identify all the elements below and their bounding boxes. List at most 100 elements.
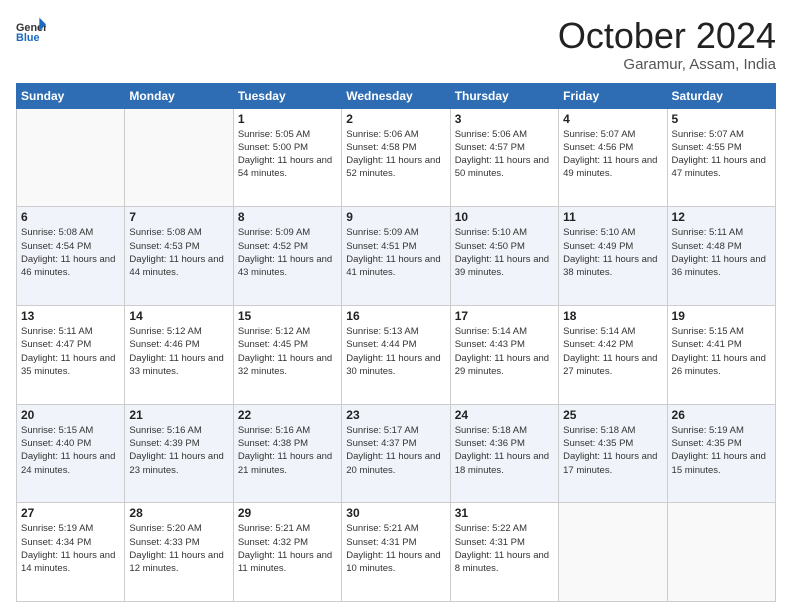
day-number: 1 — [238, 112, 337, 126]
calendar-header-row: SundayMondayTuesdayWednesdayThursdayFrid… — [17, 83, 776, 108]
calendar-cell: 18 Sunrise: 5:14 AMSunset: 4:42 PMDayligh… — [559, 305, 667, 404]
month-title: October 2024 — [558, 16, 776, 56]
day-number: 20 — [21, 408, 120, 422]
calendar-table: SundayMondayTuesdayWednesdayThursdayFrid… — [16, 83, 776, 602]
day-number: 16 — [346, 309, 445, 323]
day-number: 15 — [238, 309, 337, 323]
calendar-cell: 20 Sunrise: 5:15 AMSunset: 4:40 PMDayligh… — [17, 404, 125, 503]
location: Garamur, Assam, India — [558, 56, 776, 73]
calendar-cell: 21Sunrise: 5:16 AMSunset: 4:39 PMDayligh… — [125, 404, 233, 503]
day-number: 17 — [455, 309, 554, 323]
cell-info: Sunrise: 5:10 AMSunset: 4:49 PMDaylight:… — [563, 226, 662, 279]
cell-info: Sunrise: 5:06 AMSunset: 4:58 PMDaylight:… — [346, 128, 445, 181]
day-number: 31 — [455, 506, 554, 520]
day-number: 26 — [672, 408, 771, 422]
day-number: 7 — [129, 210, 228, 224]
calendar-cell — [667, 503, 775, 602]
weekday-header-friday: Friday — [559, 83, 667, 108]
day-number: 30 — [346, 506, 445, 520]
cell-info: Sunrise: 5:17 AMSunset: 4:37 PMDaylight:… — [346, 424, 445, 477]
day-number: 25 — [563, 408, 662, 422]
cell-info: Sunrise: 5:06 AMSunset: 4:57 PMDaylight:… — [455, 128, 554, 181]
day-number: 3 — [455, 112, 554, 126]
cell-info: Sunrise: 5:12 AMSunset: 4:45 PMDaylight:… — [238, 325, 337, 378]
calendar-week-row: 1 Sunrise: 5:05 AMSunset: 5:00 PMDaylight… — [17, 108, 776, 207]
cell-info: Sunrise: 5:09 AMSunset: 4:51 PMDaylight:… — [346, 226, 445, 279]
day-number: 10 — [455, 210, 554, 224]
calendar-cell: 14 Sunrise: 5:12 AMSunset: 4:46 PMDayligh… — [125, 305, 233, 404]
calendar-cell — [559, 503, 667, 602]
weekday-header-saturday: Saturday — [667, 83, 775, 108]
logo: General Blue — [16, 16, 46, 46]
cell-info: Sunrise: 5:15 AMSunset: 4:40 PMDaylight:… — [21, 424, 120, 477]
weekday-header-thursday: Thursday — [450, 83, 558, 108]
cell-info: Sunrise: 5:05 AMSunset: 5:00 PMDaylight:… — [238, 128, 337, 181]
day-number: 4 — [563, 112, 662, 126]
calendar-cell: 31 Sunrise: 5:22 AMSunset: 4:31 PMDayligh… — [450, 503, 558, 602]
day-number: 8 — [238, 210, 337, 224]
cell-info: Sunrise: 5:19 AMSunset: 4:35 PMDaylight:… — [672, 424, 771, 477]
day-number: 23 — [346, 408, 445, 422]
day-number: 11 — [563, 210, 662, 224]
day-number: 21 — [129, 408, 228, 422]
cell-info: Sunrise: 5:18 AMSunset: 4:36 PMDaylight:… — [455, 424, 554, 477]
calendar-cell: 1 Sunrise: 5:05 AMSunset: 5:00 PMDaylight… — [233, 108, 341, 207]
calendar-cell: 8Sunrise: 5:09 AMSunset: 4:52 PMDaylight… — [233, 207, 341, 306]
cell-info: Sunrise: 5:08 AMSunset: 4:54 PMDaylight:… — [21, 226, 120, 279]
title-block: October 2024 Garamur, Assam, India — [558, 16, 776, 73]
cell-info: Sunrise: 5:11 AMSunset: 4:48 PMDaylight:… — [672, 226, 771, 279]
day-number: 29 — [238, 506, 337, 520]
day-number: 28 — [129, 506, 228, 520]
cell-info: Sunrise: 5:21 AMSunset: 4:32 PMDaylight:… — [238, 522, 337, 575]
svg-text:Blue: Blue — [16, 32, 39, 44]
calendar-cell: 17 Sunrise: 5:14 AMSunset: 4:43 PMDayligh… — [450, 305, 558, 404]
cell-info: Sunrise: 5:10 AMSunset: 4:50 PMDaylight:… — [455, 226, 554, 279]
day-number: 19 — [672, 309, 771, 323]
cell-info: Sunrise: 5:07 AMSunset: 4:55 PMDaylight:… — [672, 128, 771, 181]
day-number: 13 — [21, 309, 120, 323]
day-number: 12 — [672, 210, 771, 224]
cell-info: Sunrise: 5:13 AMSunset: 4:44 PMDaylight:… — [346, 325, 445, 378]
generalblue-logo-icon: General Blue — [16, 16, 46, 46]
calendar-cell: 13 Sunrise: 5:11 AMSunset: 4:47 PMDayligh… — [17, 305, 125, 404]
calendar-week-row: 20 Sunrise: 5:15 AMSunset: 4:40 PMDayligh… — [17, 404, 776, 503]
calendar-cell: 10 Sunrise: 5:10 AMSunset: 4:50 PMDayligh… — [450, 207, 558, 306]
page: General Blue October 2024 Garamur, Assam… — [0, 0, 792, 612]
cell-info: Sunrise: 5:14 AMSunset: 4:43 PMDaylight:… — [455, 325, 554, 378]
cell-info: Sunrise: 5:12 AMSunset: 4:46 PMDaylight:… — [129, 325, 228, 378]
calendar-week-row: 13 Sunrise: 5:11 AMSunset: 4:47 PMDayligh… — [17, 305, 776, 404]
day-number: 6 — [21, 210, 120, 224]
calendar-week-row: 6 Sunrise: 5:08 AMSunset: 4:54 PMDaylight… — [17, 207, 776, 306]
calendar-cell: 7 Sunrise: 5:08 AMSunset: 4:53 PMDaylight… — [125, 207, 233, 306]
calendar-cell: 15 Sunrise: 5:12 AMSunset: 4:45 PMDayligh… — [233, 305, 341, 404]
calendar-cell: 24Sunrise: 5:18 AMSunset: 4:36 PMDayligh… — [450, 404, 558, 503]
cell-info: Sunrise: 5:22 AMSunset: 4:31 PMDaylight:… — [455, 522, 554, 575]
day-number: 9 — [346, 210, 445, 224]
weekday-header-monday: Monday — [125, 83, 233, 108]
calendar-week-row: 27Sunrise: 5:19 AMSunset: 4:34 PMDayligh… — [17, 503, 776, 602]
calendar-cell: 4 Sunrise: 5:07 AMSunset: 4:56 PMDaylight… — [559, 108, 667, 207]
cell-info: Sunrise: 5:21 AMSunset: 4:31 PMDaylight:… — [346, 522, 445, 575]
calendar-cell: 27Sunrise: 5:19 AMSunset: 4:34 PMDayligh… — [17, 503, 125, 602]
cell-info: Sunrise: 5:08 AMSunset: 4:53 PMDaylight:… — [129, 226, 228, 279]
cell-info: Sunrise: 5:16 AMSunset: 4:38 PMDaylight:… — [238, 424, 337, 477]
cell-info: Sunrise: 5:07 AMSunset: 4:56 PMDaylight:… — [563, 128, 662, 181]
day-number: 18 — [563, 309, 662, 323]
calendar-cell: 26 Sunrise: 5:19 AMSunset: 4:35 PMDayligh… — [667, 404, 775, 503]
calendar-cell: 25 Sunrise: 5:18 AMSunset: 4:35 PMDayligh… — [559, 404, 667, 503]
calendar-cell: 11 Sunrise: 5:10 AMSunset: 4:49 PMDayligh… — [559, 207, 667, 306]
calendar-cell: 9 Sunrise: 5:09 AMSunset: 4:51 PMDaylight… — [342, 207, 450, 306]
calendar-cell — [17, 108, 125, 207]
calendar-cell: 23 Sunrise: 5:17 AMSunset: 4:37 PMDayligh… — [342, 404, 450, 503]
calendar-cell: 28Sunrise: 5:20 AMSunset: 4:33 PMDayligh… — [125, 503, 233, 602]
calendar-cell: 2Sunrise: 5:06 AMSunset: 4:58 PMDaylight… — [342, 108, 450, 207]
calendar-cell: 22Sunrise: 5:16 AMSunset: 4:38 PMDayligh… — [233, 404, 341, 503]
cell-info: Sunrise: 5:14 AMSunset: 4:42 PMDaylight:… — [563, 325, 662, 378]
cell-info: Sunrise: 5:15 AMSunset: 4:41 PMDaylight:… — [672, 325, 771, 378]
cell-info: Sunrise: 5:11 AMSunset: 4:47 PMDaylight:… — [21, 325, 120, 378]
calendar-cell: 6 Sunrise: 5:08 AMSunset: 4:54 PMDaylight… — [17, 207, 125, 306]
cell-info: Sunrise: 5:18 AMSunset: 4:35 PMDaylight:… — [563, 424, 662, 477]
day-number: 27 — [21, 506, 120, 520]
day-number: 14 — [129, 309, 228, 323]
calendar-cell: 16 Sunrise: 5:13 AMSunset: 4:44 PMDayligh… — [342, 305, 450, 404]
